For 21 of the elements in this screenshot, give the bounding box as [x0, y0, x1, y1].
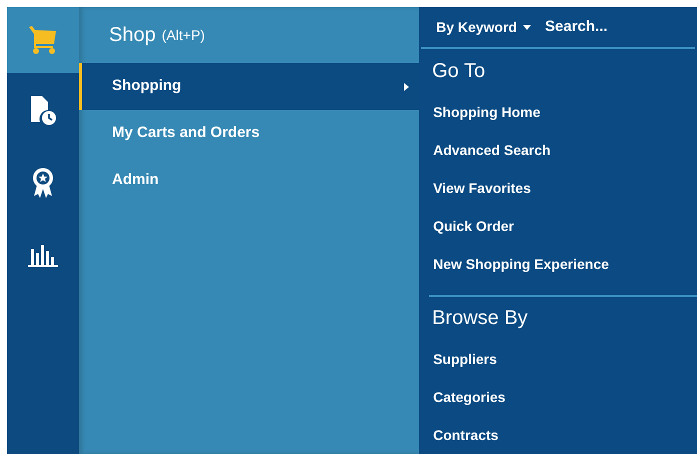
award-icon	[31, 166, 56, 198]
menu-link[interactable]: View Favorites	[419, 169, 697, 208]
menu-link[interactable]: Categories	[419, 378, 697, 416]
menu-link[interactable]: Quick Order	[419, 207, 697, 246]
caret-icon	[523, 24, 531, 30]
menu-item[interactable]: My Carts and Orders	[79, 110, 420, 157]
menu-link[interactable]: Shopping Home	[419, 93, 697, 132]
menu-item[interactable]: Shopping	[79, 63, 420, 110]
search-field[interactable]: Search...	[545, 16, 695, 38]
menu-link[interactable]: Suppliers	[419, 340, 697, 378]
menu-link[interactable]: New Shopping Experience	[419, 245, 697, 284]
section-heading: Go To	[431, 59, 486, 84]
keyword-dropdown[interactable]: By Keyword	[436, 16, 531, 38]
shortcut-hint: (Alt+P)	[162, 26, 205, 45]
menu-link[interactable]: Contracts	[419, 416, 697, 454]
document-clock-icon	[28, 94, 58, 126]
bar-chart-icon	[27, 242, 60, 268]
section-heading: Browse By	[431, 306, 529, 332]
menu-title: Shop	[109, 23, 156, 48]
menu-item[interactable]: Admin	[79, 157, 420, 204]
menu-link[interactable]: Advanced Search	[419, 131, 697, 170]
